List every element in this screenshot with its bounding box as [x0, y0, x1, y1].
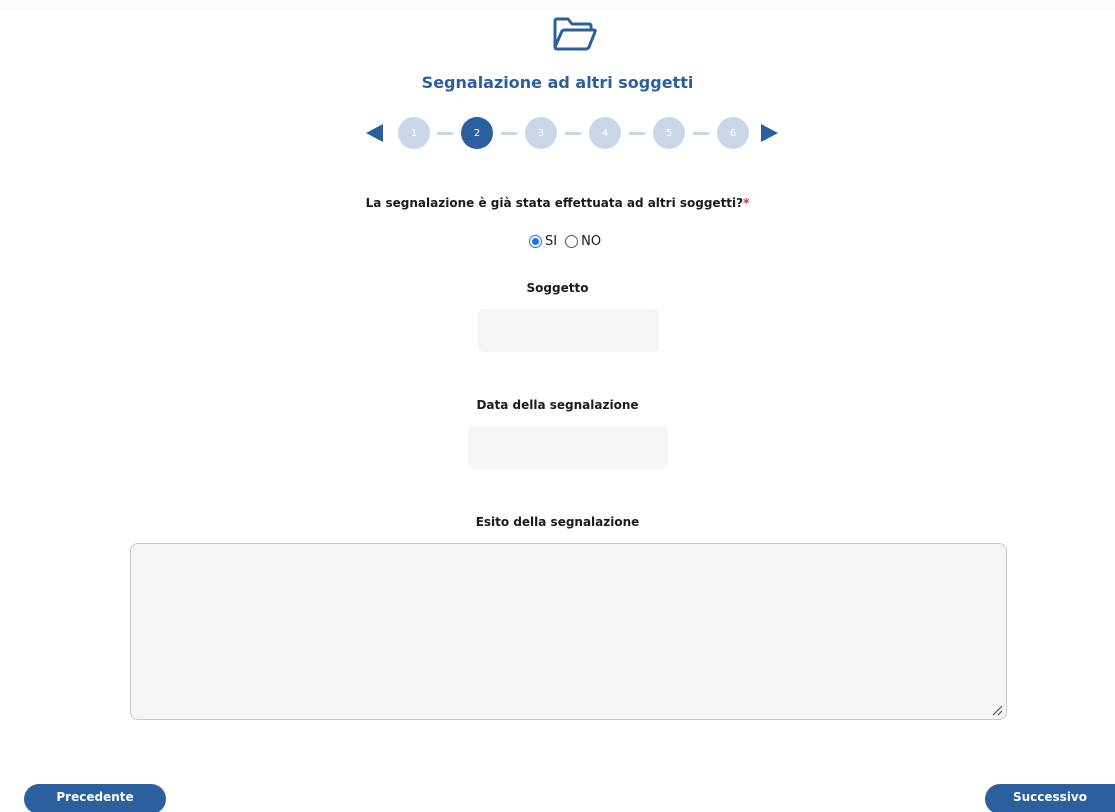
soggetto-label: Soggetto [526, 281, 589, 295]
page-title: Segnalazione ad altri soggetti [421, 73, 694, 92]
step-1[interactable]: 1 [398, 117, 430, 149]
step-connector [629, 132, 645, 135]
form-page: Segnalazione ad altri soggetti 1 2 3 4 5… [0, 0, 1115, 812]
top-bar [0, 0, 1115, 10]
step-connector [501, 132, 517, 135]
step-3[interactable]: 3 [525, 117, 557, 149]
radio-no-label: NO [581, 233, 602, 249]
step-4[interactable]: 4 [589, 117, 621, 149]
step-6[interactable]: 6 [717, 117, 749, 149]
radio-no[interactable] [565, 234, 579, 248]
data-segnalazione-input[interactable] [468, 426, 668, 469]
folder-open-icon [553, 17, 597, 51]
soggetto-input[interactable] [478, 309, 659, 352]
esito-segnalazione-textarea[interactable] [130, 543, 1007, 720]
radio-option-no[interactable]: NO [565, 234, 601, 249]
radio-group: SI NO [529, 232, 609, 250]
radio-si[interactable] [529, 234, 542, 248]
radio-si-label: SI [545, 233, 558, 249]
step-connector [565, 132, 581, 135]
step-indicator: 1 2 3 4 5 6 [364, 116, 784, 150]
question-text: La segnalazione è già stata effettuata a… [365, 196, 744, 210]
step-2[interactable]: 2 [461, 117, 493, 149]
precedente-button[interactable]: Precedente [24, 784, 166, 812]
esito-segnalazione-label: Esito della segnalazione [475, 515, 640, 529]
step-next-arrow-icon[interactable] [761, 124, 778, 142]
step-connector [693, 132, 709, 135]
resize-grip-icon[interactable] [991, 704, 1003, 716]
successivo-button[interactable]: Successivo [985, 784, 1115, 812]
data-segnalazione-label: Data della segnalazione [476, 398, 639, 412]
step-prev-arrow-icon[interactable] [366, 124, 383, 142]
step-connector [437, 132, 453, 135]
radio-option-si[interactable]: SI [529, 234, 557, 249]
question-label: La segnalazione è già stata effettuata a… [0, 196, 1115, 210]
step-5[interactable]: 5 [653, 117, 685, 149]
required-mark: * [743, 196, 750, 210]
